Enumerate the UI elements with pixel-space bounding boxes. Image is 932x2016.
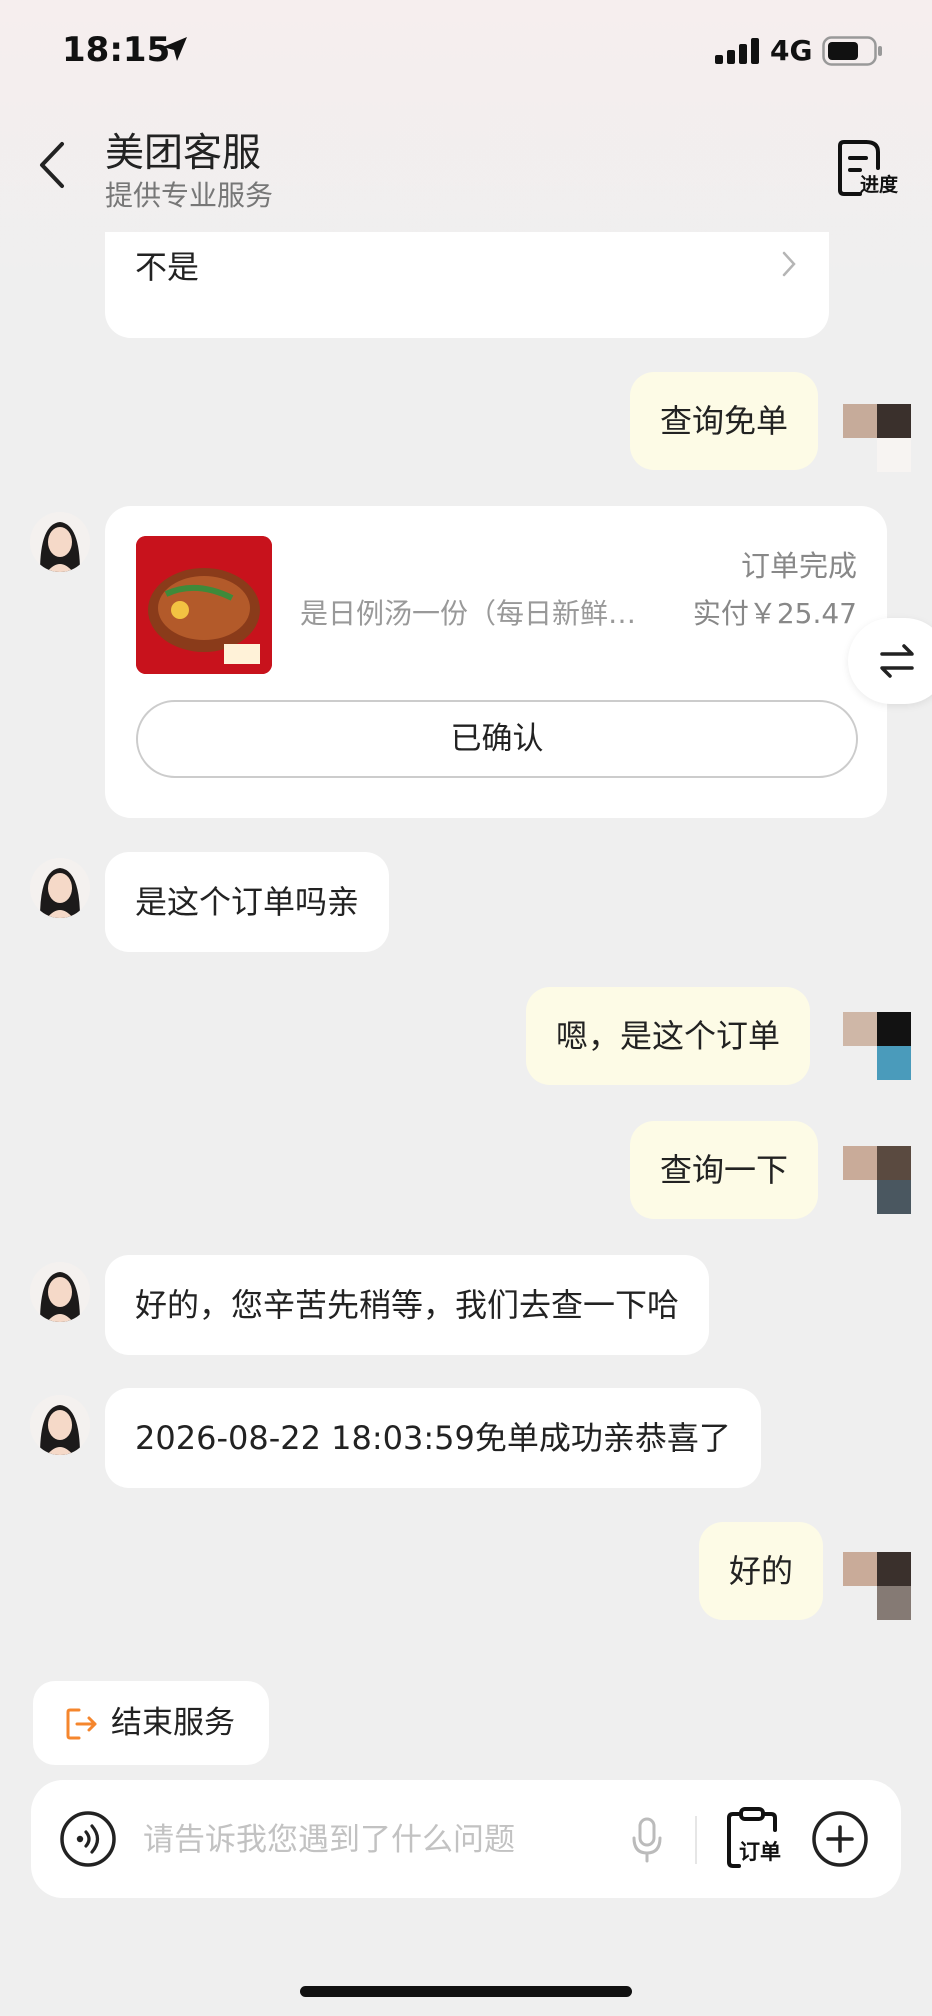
divider: [695, 1816, 697, 1864]
user-avatar: [843, 1552, 911, 1620]
order-price: 实付￥25.47: [692, 597, 857, 630]
page-subtitle: 提供专业服务: [105, 179, 274, 212]
chevron-right-icon: [781, 250, 797, 282]
user-message: 嗯，是这个订单: [526, 987, 811, 1085]
voice-mode-icon[interactable]: [59, 1810, 117, 1872]
option-no-label: 不是: [135, 248, 200, 286]
exit-icon: [65, 1707, 99, 1745]
cellular-signal-icon: [715, 38, 761, 68]
agent-message: 是这个订单吗亲: [105, 852, 390, 952]
user-avatar: [843, 1146, 911, 1214]
agent-avatar: [30, 512, 90, 572]
page-title: 美团客服: [105, 131, 262, 176]
agent-avatar: [30, 858, 90, 918]
home-indicator[interactable]: [300, 1986, 632, 1997]
switch-button[interactable]: [848, 618, 932, 704]
order-status: 订单完成: [740, 549, 857, 583]
order-thumbnail: [136, 536, 272, 674]
progress-button[interactable]: 进度: [836, 138, 906, 200]
order-button[interactable]: 订单: [725, 1806, 795, 1870]
network-type: 4G: [770, 34, 813, 67]
end-service-button[interactable]: 结束服务: [33, 1681, 269, 1765]
option-card[interactable]: 不是: [105, 232, 829, 338]
agent-message: 好的，您辛苦先稍等，我们去查一下哈: [105, 1255, 710, 1355]
agent-avatar: [30, 1262, 90, 1322]
progress-label: 进度: [860, 174, 899, 196]
message-input[interactable]: [141, 1810, 615, 1870]
user-avatar: [843, 404, 911, 472]
back-chevron-icon[interactable]: [36, 140, 68, 194]
end-service-label: 结束服务: [111, 1705, 235, 1741]
plus-icon[interactable]: [811, 1810, 869, 1872]
user-message: 查询一下: [630, 1121, 819, 1219]
agent-message: 2026-08-22 18:03:59免单成功亲恭喜了: [105, 1388, 761, 1488]
microphone-icon[interactable]: [629, 1816, 665, 1868]
battery-icon: [822, 36, 884, 70]
order-item-name: 是日例汤一份（每日新鲜…: [300, 597, 637, 630]
agent-avatar: [30, 1395, 90, 1455]
location-arrow-icon: [160, 34, 190, 68]
user-message: 查询免单: [630, 372, 819, 470]
user-avatar: [843, 1012, 911, 1080]
order-label: 订单: [739, 1840, 781, 1864]
input-bar: 订单: [31, 1780, 901, 1898]
user-message: 好的: [699, 1522, 824, 1620]
confirmed-button[interactable]: 已确认: [136, 700, 858, 778]
status-time: 18:15: [62, 30, 171, 70]
swap-arrows-icon: [880, 644, 914, 678]
